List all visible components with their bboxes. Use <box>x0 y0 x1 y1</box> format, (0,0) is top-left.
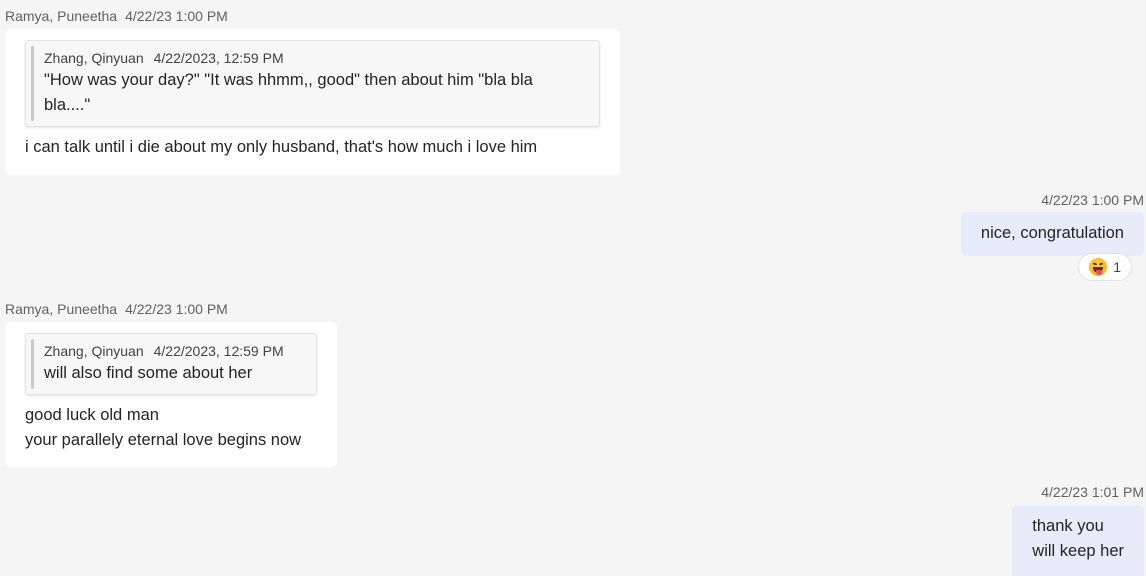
message-text: i can talk until i die about my only hus… <box>25 138 538 156</box>
message-text: will keep her <box>1032 542 1124 560</box>
sender-name: Ramya, Puneetha <box>5 8 118 24</box>
quote-header: Zhang, Qinyuan 4/22/2023, 12:59 PM <box>44 341 306 361</box>
message-timestamp: 4/22/23 1:01 PM <box>1041 484 1144 500</box>
message-timestamp: 4/22/23 1:00 PM <box>125 8 228 24</box>
message-bubble-incoming[interactable]: Zhang, Qinyuan 4/22/2023, 12:59 PM "How w… <box>5 29 620 175</box>
message-text: your parallely eternal love begins now <box>25 431 302 449</box>
message-header: Ramya, Puneetha 4/22/23 1:00 PM <box>5 8 228 24</box>
quote-line: will also find some about her <box>44 364 253 382</box>
sender-name: Ramya, Puneetha <box>5 301 118 317</box>
quote-timestamp: 4/22/2023, 12:59 PM <box>153 50 284 66</box>
message-header: Ramya, Puneetha 4/22/23 1:00 PM <box>5 301 228 317</box>
quote-line: "How was your day?" "It was hhmm,, good"… <box>44 71 533 89</box>
quote-header: Zhang, Qinyuan 4/22/2023, 12:59 PM <box>44 48 589 68</box>
message-timestamp: 4/22/23 1:00 PM <box>1041 192 1144 208</box>
message-header: 4/22/23 1:00 PM <box>1041 192 1144 208</box>
message-bubble-incoming[interactable]: Zhang, Qinyuan 4/22/2023, 12:59 PM will a… <box>5 322 337 467</box>
quote-author: Zhang, Qinyuan <box>44 50 144 66</box>
message-text: good luck old man <box>25 406 159 424</box>
message-timestamp: 4/22/23 1:00 PM <box>125 301 228 317</box>
quote-timestamp: 4/22/2023, 12:59 PM <box>153 343 284 359</box>
quoted-reply[interactable]: Zhang, Qinyuan 4/22/2023, 12:59 PM "How w… <box>25 40 600 127</box>
chat-thread: Ramya, Puneetha 4/22/23 1:00 PM Zhang, Qi… <box>0 0 1146 576</box>
quote-line: bla...." <box>44 96 91 114</box>
quote-text: "How was your day?" "It was hhmm,, good"… <box>44 68 589 118</box>
message-text: thank you <box>1032 517 1104 535</box>
quote-author: Zhang, Qinyuan <box>44 343 144 359</box>
quote-text: will also find some about her <box>44 361 306 386</box>
reaction-badge[interactable]: 1 <box>1078 253 1132 281</box>
message-text: nice, congratulation <box>980 224 1124 242</box>
message-bubble-outgoing[interactable]: thank you will keep her <box>1012 505 1144 576</box>
quoted-reply[interactable]: Zhang, Qinyuan 4/22/2023, 12:59 PM will a… <box>25 333 317 395</box>
message-bubble-outgoing[interactable]: nice, congratulation <box>960 212 1144 256</box>
message-header: 4/22/23 1:01 PM <box>1041 484 1144 500</box>
squinting-tongue-emoji-icon <box>1089 258 1108 276</box>
reaction-count: 1 <box>1113 259 1121 275</box>
